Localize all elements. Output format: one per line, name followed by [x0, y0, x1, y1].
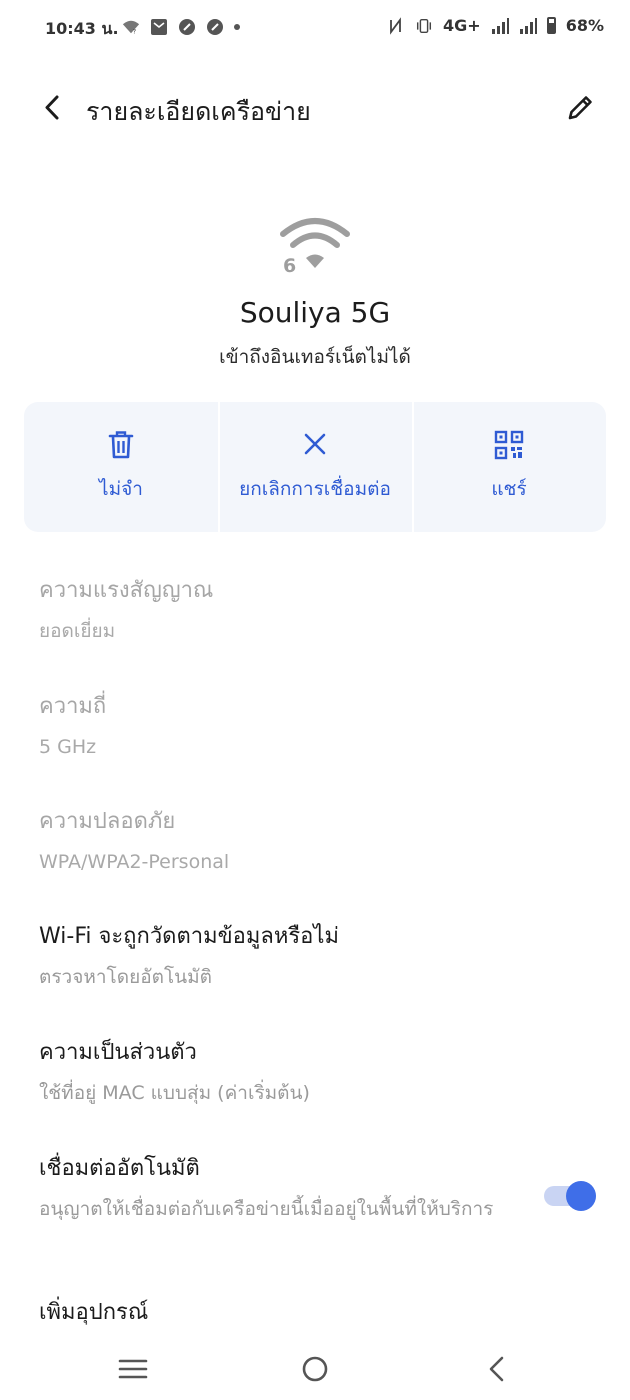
battery-icon	[546, 17, 556, 34]
auto-connect-setting[interactable]: เชื่อมต่ออัตโนมัติ อนุญาตให้เชื่อมต่อกับ…	[39, 1150, 509, 1224]
status-left-icons: ?	[122, 18, 240, 36]
signal-strength-item: ความแรงสัญญาณ ยอดเยี่ยม	[39, 572, 599, 646]
mail-icon	[151, 19, 167, 35]
battery-percent: 68%	[565, 16, 604, 35]
security-title: ความปลอดภัย	[39, 809, 176, 834]
status-time: 10:43 น.	[45, 19, 119, 38]
frequency-title: ความถี่	[39, 694, 107, 719]
disconnect-label: ยกเลิกการเชื่อมต่อ	[239, 478, 391, 500]
metered-setting[interactable]: Wi-Fi จะถูกวัดตามข้อมูลหรือไม่ ตรวจหาโดย…	[39, 918, 599, 992]
qr-code-icon	[494, 430, 524, 460]
signal-icon	[491, 17, 509, 34]
security-item: ความปลอดภัย WPA/WPA2-Personal	[39, 803, 599, 877]
privacy-setting[interactable]: ความเป็นส่วนตัว ใช้ที่อยู่ MAC แบบสุ่ม (…	[39, 1034, 599, 1108]
signal-strength-title: ความแรงสัญญาณ	[39, 578, 214, 603]
network-name: Souliya 5G	[239, 296, 391, 329]
wifi-6-icon: 6	[280, 218, 350, 277]
back-icon	[489, 1356, 504, 1382]
privacy-title: ความเป็นส่วนตัว	[39, 1040, 197, 1065]
share-label: แชร์	[491, 478, 527, 500]
app-icon	[179, 19, 195, 35]
wifi-6-badge: 6	[283, 255, 296, 277]
frequency-item: ความถี่ 5 GHz	[39, 688, 599, 762]
forget-label: ไม่จำ	[99, 478, 143, 500]
back-button[interactable]	[34, 88, 74, 128]
wifi-question-icon: ?	[122, 20, 140, 35]
home-icon	[302, 1356, 328, 1382]
security-value: WPA/WPA2-Personal	[39, 851, 230, 873]
app-icon	[207, 19, 223, 35]
network-type-label: 4G+	[443, 16, 481, 35]
notification-dot-icon	[234, 24, 240, 30]
disconnect-button[interactable]: ยกเลิกการเชื่อมต่อ	[218, 402, 412, 532]
back-arrow-icon	[45, 95, 59, 120]
app-bar: รายละเอียดเครือข่าย	[0, 70, 630, 146]
page-title: รายละเอียดเครือข่าย	[86, 97, 311, 126]
toggle-knob	[566, 1181, 596, 1211]
svg-text:?: ?	[133, 28, 136, 35]
recent-apps-button[interactable]	[113, 1352, 153, 1386]
network-status: เข้าถึงอินเทอร์เน็ตไม่ได้	[219, 346, 411, 368]
share-button[interactable]: แชร์	[412, 402, 606, 532]
pencil-icon	[568, 96, 592, 120]
close-icon	[304, 433, 326, 455]
auto-connect-title: เชื่อมต่ออัตโนมัติ	[39, 1156, 200, 1181]
nfc-icon	[390, 16, 401, 35]
nav-back-button[interactable]	[476, 1352, 516, 1386]
vibrate-icon	[417, 18, 432, 33]
home-button[interactable]	[295, 1352, 335, 1386]
metered-title: Wi-Fi จะถูกวัดตามข้อมูลหรือไม่	[39, 924, 339, 949]
status-bar: 10:43 น. ? 4G+ 68%	[0, 0, 630, 56]
signal-strength-value: ยอดเยี่ยม	[39, 620, 116, 642]
forget-button[interactable]: ไม่จำ	[24, 402, 218, 532]
status-right-icons: 4G+ 68%	[387, 16, 604, 35]
menu-icon	[118, 1359, 148, 1379]
trash-icon	[108, 431, 134, 459]
navigation-bar	[0, 1340, 630, 1400]
edit-button[interactable]	[560, 88, 600, 128]
auto-connect-description: อนุญาตให้เชื่อมต่อกับเครือข่ายนี้เมื่ออย…	[39, 1198, 494, 1220]
auto-connect-toggle[interactable]	[544, 1180, 596, 1212]
frequency-value: 5 GHz	[39, 736, 97, 758]
privacy-value: ใช้ที่อยู่ MAC แบบสุ่ม (ค่าเริ่มต้น)	[39, 1082, 310, 1104]
action-row: ไม่จำ ยกเลิกการเชื่อมต่อ แชร์	[24, 402, 606, 532]
metered-value: ตรวจหาโดยอัตโนมัติ	[39, 966, 213, 988]
signal-icon	[519, 17, 537, 34]
